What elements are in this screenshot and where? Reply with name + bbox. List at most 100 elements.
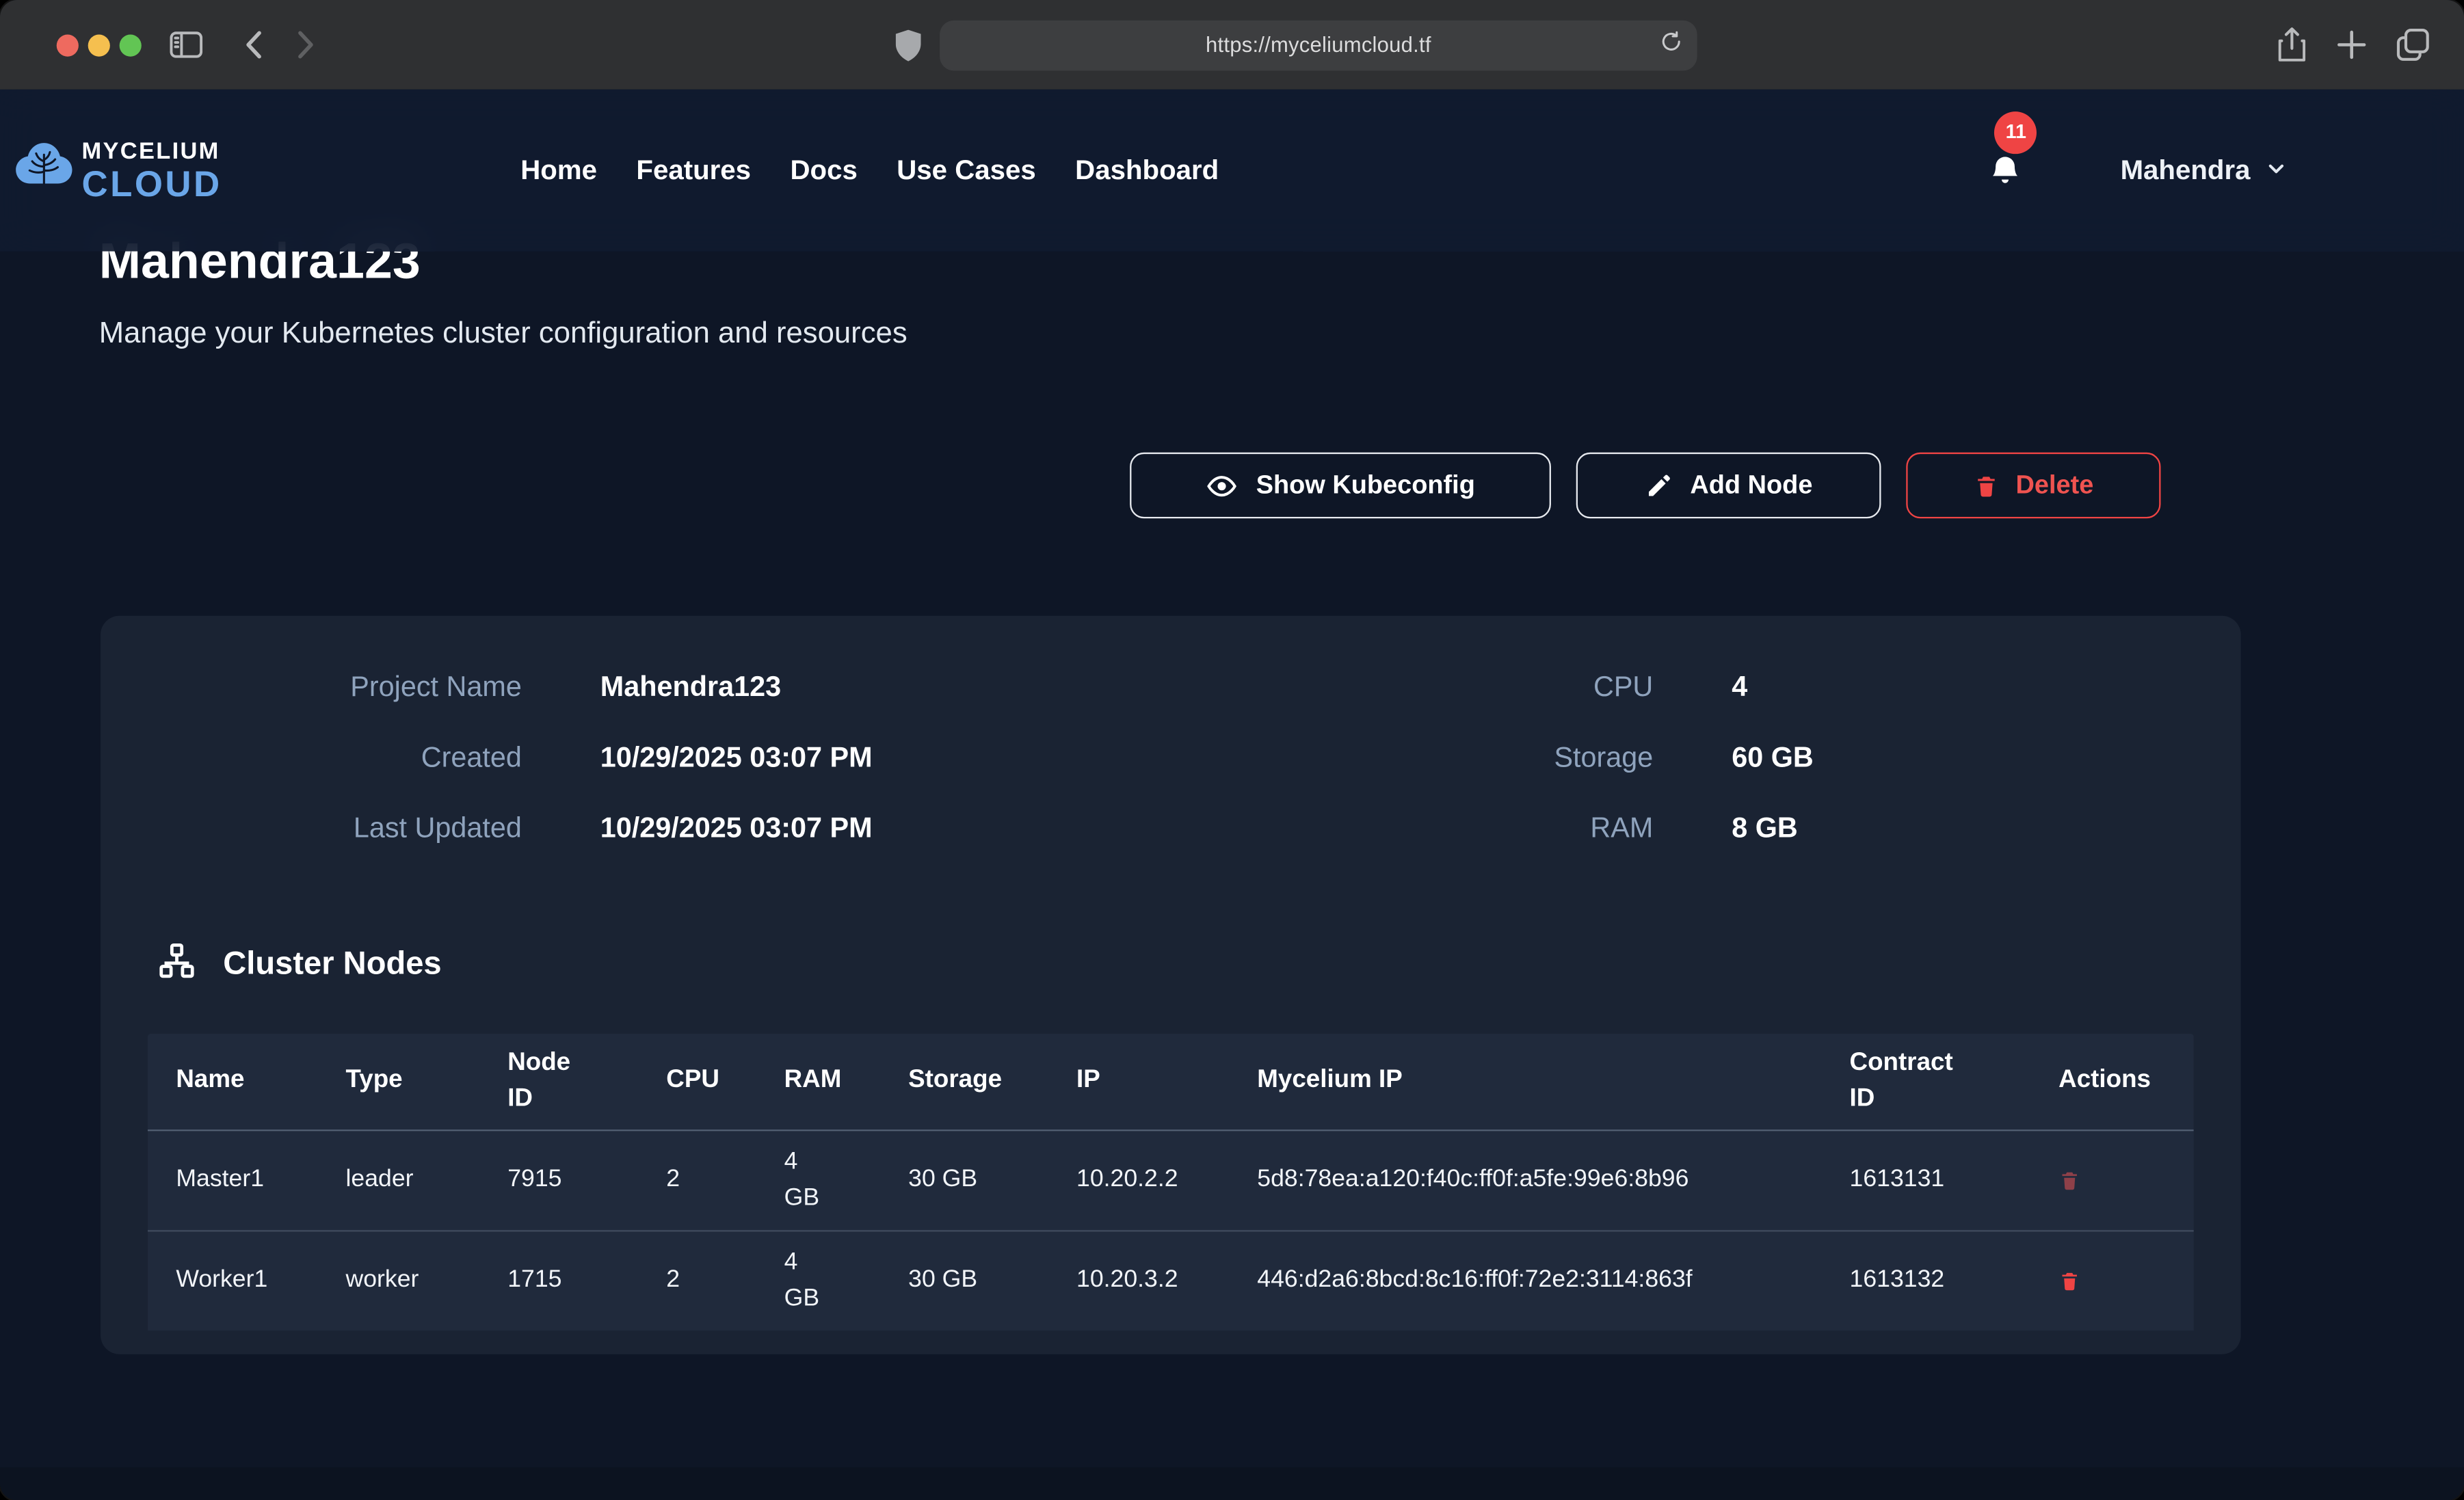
notifications-button[interactable]: 11 [1989, 152, 2024, 189]
cell-actions [2030, 1231, 2194, 1330]
table-header-row: Name Type Node ID CPU RAM Storage IP Myc… [148, 1034, 2194, 1131]
info-label: Last Updated [302, 801, 522, 855]
user-menu-button[interactable]: Mahendra [2121, 154, 2288, 187]
delete-node-button[interactable] [2058, 1268, 2080, 1294]
cell-mycelium-ip: 446:d2a6:8bcd:8c16:ff0f:72e2:3114:863f [1229, 1231, 1821, 1330]
info-label: CPU [1276, 660, 1653, 713]
cell-ram: 4 GB [756, 1231, 880, 1330]
column-header-mycelium-ip: Mycelium IP [1229, 1034, 1821, 1129]
zoom-window-button[interactable] [120, 34, 142, 55]
mycelium-logo-icon [12, 140, 75, 202]
column-header-ip: IP [1048, 1034, 1229, 1129]
page-content: Mahendra123 Manage your Kubernetes clust… [0, 90, 2464, 1354]
info-label: RAM [1276, 801, 1653, 855]
logo-line1: MYCELIUM [81, 139, 222, 162]
mycelium-logo[interactable]: MYCELIUM CLOUD [12, 139, 222, 202]
cluster-details-card: Project Name Mahendra123 CPU 4 Created 1… [101, 616, 2241, 1354]
new-tab-icon[interactable] [2337, 30, 2367, 60]
delete-label: Delete [2016, 470, 2094, 500]
cell-node-id: 1715 [479, 1231, 638, 1330]
info-value: Mahendra123 [600, 660, 1197, 713]
delete-cluster-button[interactable]: Delete [1906, 453, 2160, 519]
network-icon [157, 941, 196, 988]
mycelium-logo-text: MYCELIUM CLOUD [81, 139, 222, 202]
table-row: Master1leader791524 GB30 GB10.20.2.25d8:… [148, 1131, 2194, 1231]
nav-link-features[interactable]: Features [636, 154, 751, 187]
cell-name: Worker1 [148, 1231, 317, 1330]
screen: https://myceliumcloud.tf [0, 0, 2464, 1500]
browser-chrome: https://myceliumcloud.tf [0, 0, 2464, 90]
page-subtitle: Manage your Kubernetes cluster configura… [99, 317, 2464, 352]
show-kubeconfig-label: Show Kubeconfig [1256, 470, 1475, 500]
traffic-lights [0, 34, 142, 55]
nav-link-docs[interactable]: Docs [790, 154, 857, 187]
cell-storage: 30 GB [880, 1131, 1048, 1230]
column-header-ram: RAM [756, 1034, 880, 1129]
cell-ip: 10.20.2.2 [1048, 1131, 1229, 1230]
forward-icon[interactable] [297, 30, 316, 60]
close-window-button[interactable] [57, 34, 79, 55]
cell-contract-id: 1613132 [1821, 1231, 2030, 1330]
column-header-cpu: CPU [638, 1034, 756, 1129]
column-header-type: Type [317, 1034, 479, 1129]
cell-type: worker [317, 1231, 479, 1330]
chevron-down-icon [2264, 157, 2288, 185]
cell-storage: 30 GB [880, 1231, 1048, 1330]
page-viewport: Mahendra123 Manage your Kubernetes clust… [0, 90, 2464, 1500]
info-value: 4 [1732, 660, 2240, 713]
cluster-nodes-title: Cluster Nodes [223, 946, 441, 983]
info-value: 10/29/2025 03:07 PM [600, 801, 1197, 855]
cell-name: Master1 [148, 1131, 317, 1230]
nav-link-home[interactable]: Home [520, 154, 597, 187]
minimize-window-button[interactable] [88, 34, 110, 55]
cell-ip: 10.20.3.2 [1048, 1231, 1229, 1330]
cell-cpu: 2 [638, 1231, 756, 1330]
logo-line2: CLOUD [81, 165, 222, 202]
address-bar-url: https://myceliumcloud.tf [1206, 33, 1431, 56]
cluster-info-grid: Project Name Mahendra123 CPU 4 Created 1… [101, 660, 2241, 855]
cell-node-id: 7915 [479, 1131, 638, 1230]
cell-cpu: 2 [638, 1131, 756, 1230]
table-row: Worker1worker171524 GB30 GB10.20.3.2446:… [148, 1231, 2194, 1330]
delete-node-button[interactable] [2058, 1167, 2080, 1194]
nav-links: Home Features Docs Use Cases Dashboard [520, 154, 1219, 187]
reload-icon[interactable] [1660, 27, 1683, 54]
tabs-icon[interactable] [2396, 28, 2429, 61]
address-bar[interactable]: https://myceliumcloud.tf [940, 20, 1697, 70]
info-label: Storage [1276, 730, 1653, 784]
bell-icon [1989, 169, 2024, 196]
cluster-actions: Show Kubeconfig Add Node Delete [99, 453, 2161, 519]
chrome-toolbar-right [2277, 27, 2464, 63]
back-icon[interactable] [243, 30, 263, 60]
navbar-right: 11 Mahendra [1989, 152, 2464, 189]
cell-contract-id: 1613131 [1821, 1131, 2030, 1230]
cell-ram: 4 GB [756, 1131, 880, 1230]
column-header-node-id: Node ID [479, 1034, 638, 1129]
add-node-button[interactable]: Add Node [1576, 453, 1881, 519]
cell-mycelium-ip: 5d8:78ea:a120:f40c:ff0f:a5fe:99e6:8b96 [1229, 1131, 1821, 1230]
nav-link-dashboard[interactable]: Dashboard [1075, 154, 1219, 187]
trash-icon [1973, 470, 1998, 500]
info-value: 10/29/2025 03:07 PM [600, 730, 1197, 784]
pencil-icon [1645, 471, 1673, 499]
info-label: Created [302, 730, 522, 784]
cluster-nodes-section-header: Cluster Nodes [157, 941, 2241, 988]
share-icon[interactable] [2277, 27, 2307, 63]
address-area: https://myceliumcloud.tf [316, 20, 2277, 70]
cluster-nodes-table: Name Type Node ID CPU RAM Storage IP Myc… [148, 1034, 2194, 1330]
column-header-actions: Actions [2030, 1034, 2194, 1129]
notification-badge: 11 [1995, 111, 2037, 153]
sidebar-icon[interactable] [170, 31, 202, 58]
info-value: 8 GB [1732, 801, 2240, 855]
column-header-name: Name [148, 1034, 317, 1129]
footer [0, 1467, 2464, 1500]
shield-icon[interactable] [896, 29, 921, 61]
user-name: Mahendra [2121, 154, 2251, 187]
show-kubeconfig-button[interactable]: Show Kubeconfig [1130, 453, 1551, 519]
eye-icon [1206, 469, 1238, 502]
browser-window: https://myceliumcloud.tf [0, 0, 2464, 1500]
nav-link-use-cases[interactable]: Use Cases [897, 154, 1035, 187]
column-header-storage: Storage [880, 1034, 1048, 1129]
cell-type: leader [317, 1131, 479, 1230]
cell-actions [2030, 1131, 2194, 1230]
